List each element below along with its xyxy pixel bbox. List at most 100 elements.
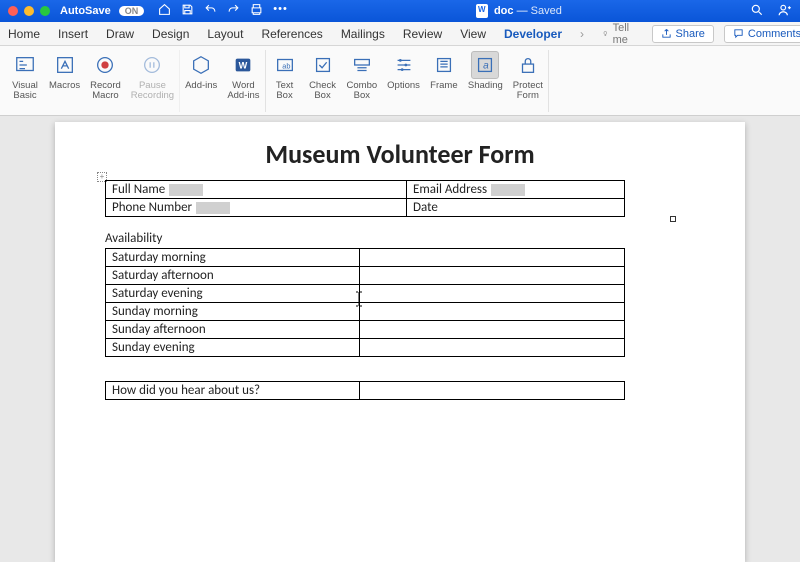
availability-table[interactable]: Saturday morningSaturday afternoonSaturd… — [105, 248, 625, 357]
tab-home[interactable]: Home — [8, 27, 40, 41]
svg-text:ab: ab — [282, 62, 290, 71]
contact-cell[interactable]: Phone Number — [106, 199, 407, 217]
tab-insert[interactable]: Insert — [58, 27, 88, 41]
ribbon-word-addins[interactable]: W Word Add-ins — [222, 50, 265, 112]
undo-icon[interactable] — [204, 3, 217, 19]
page-title: Museum Volunteer Form — [105, 138, 695, 170]
availability-value-cell[interactable] — [360, 303, 625, 321]
availability-value-cell[interactable] — [360, 285, 625, 303]
hear-value-cell[interactable] — [360, 382, 625, 400]
contact-cell[interactable]: Full Name — [106, 181, 407, 199]
tell-me[interactable]: Tell me — [602, 22, 634, 46]
window-controls[interactable] — [8, 6, 50, 16]
document-canvas[interactable]: Museum Volunteer Form + Full NameEmail A… — [0, 116, 800, 534]
word-addins-icon: W — [229, 51, 257, 79]
table-row: Sunday afternoon — [106, 321, 625, 339]
save-icon[interactable] — [181, 3, 194, 19]
tab-mailings[interactable]: Mailings — [341, 27, 385, 41]
ribbon-check-box[interactable]: Check Box — [304, 50, 342, 112]
form-field[interactable] — [491, 184, 525, 196]
availability-cell[interactable]: Sunday evening — [106, 339, 360, 357]
shading-icon: a — [471, 51, 499, 79]
hear-cell[interactable]: How did you hear about us? — [106, 382, 360, 400]
minimize-window-icon[interactable] — [24, 6, 34, 16]
ribbon: Visual Basic Macros Record Macro Pause R… — [0, 46, 800, 116]
titlebar: AutoSave ON ••• doc — Saved — [0, 0, 800, 22]
doc-name: doc — [494, 5, 514, 17]
table-anchor-icon[interactable]: + — [97, 172, 107, 182]
save-status: Saved — [531, 5, 562, 17]
print-icon[interactable] — [250, 3, 263, 19]
ribbon-tabs: Home Insert Draw Design Layout Reference… — [0, 22, 800, 46]
table-row: How did you hear about us? — [106, 382, 625, 400]
addins-icon — [187, 51, 215, 79]
word-doc-icon — [476, 4, 488, 18]
record-macro-icon — [91, 51, 119, 79]
svg-text:a: a — [484, 61, 490, 72]
availability-cell[interactable]: Sunday afternoon — [106, 321, 360, 339]
combo-box-icon — [348, 51, 376, 79]
search-icon[interactable] — [750, 3, 764, 20]
availability-label: Availability — [105, 231, 695, 246]
table-row: Phone NumberDate — [106, 199, 625, 217]
maximize-window-icon[interactable] — [40, 6, 50, 16]
form-field[interactable] — [196, 202, 230, 214]
tab-draw[interactable]: Draw — [106, 27, 134, 41]
table-row: Sunday morning — [106, 303, 625, 321]
chevron-right-icon[interactable]: › — [580, 27, 584, 41]
redo-icon[interactable] — [227, 3, 240, 19]
options-icon — [390, 51, 418, 79]
svg-text:W: W — [239, 61, 248, 71]
autosave-toggle[interactable]: ON — [119, 6, 145, 16]
share-user-icon[interactable] — [778, 3, 792, 20]
availability-cell[interactable]: Sunday morning — [106, 303, 360, 321]
ribbon-record-macro[interactable]: Record Macro — [85, 50, 126, 112]
availability-cell[interactable]: Saturday afternoon — [106, 267, 360, 285]
form-field[interactable] — [169, 184, 203, 196]
close-window-icon[interactable] — [8, 6, 18, 16]
ribbon-addins[interactable]: Add-ins — [180, 50, 222, 112]
hear-table[interactable]: How did you hear about us? — [105, 381, 625, 400]
frame-icon — [430, 51, 458, 79]
autosave-label: AutoSave — [60, 5, 111, 17]
availability-value-cell[interactable] — [360, 339, 625, 357]
overflow-icon[interactable]: ••• — [273, 3, 288, 19]
document-title-area: doc — Saved — [288, 4, 750, 18]
tab-references[interactable]: References — [261, 27, 322, 41]
table-row: Saturday afternoon — [106, 267, 625, 285]
ribbon-combo-box[interactable]: Combo Box — [342, 50, 383, 112]
tab-view[interactable]: View — [460, 27, 486, 41]
comments-button[interactable]: Comments — [724, 25, 800, 43]
contact-table[interactable]: Full NameEmail AddressPhone NumberDate — [105, 180, 625, 217]
availability-value-cell[interactable] — [360, 249, 625, 267]
table-row: Sunday evening — [106, 339, 625, 357]
visual-basic-icon — [11, 51, 39, 79]
availability-value-cell[interactable] — [360, 321, 625, 339]
ribbon-text-box[interactable]: ab Text Box — [266, 50, 304, 112]
tab-developer[interactable]: Developer — [504, 27, 562, 41]
table-row: Saturday evening — [106, 285, 625, 303]
availability-cell[interactable]: Saturday evening — [106, 285, 360, 303]
page[interactable]: Museum Volunteer Form + Full NameEmail A… — [55, 122, 745, 562]
table-resize-handle[interactable] — [670, 216, 676, 222]
ribbon-frame[interactable]: Frame — [425, 50, 463, 112]
home-icon[interactable] — [158, 3, 171, 19]
contact-cell[interactable]: Email Address — [407, 181, 625, 199]
ribbon-macros[interactable]: Macros — [44, 50, 85, 112]
check-box-icon — [309, 51, 337, 79]
text-box-icon: ab — [271, 51, 299, 79]
availability-value-cell[interactable] — [360, 267, 625, 285]
ribbon-pause-recording[interactable]: Pause Recording — [126, 50, 180, 112]
ribbon-options[interactable]: Options — [382, 50, 425, 112]
contact-cell[interactable]: Date — [407, 199, 625, 217]
tab-review[interactable]: Review — [403, 27, 442, 41]
table-row: Saturday morning — [106, 249, 625, 267]
availability-cell[interactable]: Saturday morning — [106, 249, 360, 267]
tab-design[interactable]: Design — [152, 27, 189, 41]
ribbon-shading[interactable]: a Shading — [463, 50, 508, 112]
share-button[interactable]: Share — [652, 25, 714, 43]
ribbon-protect-form[interactable]: Protect Form — [508, 50, 549, 112]
pause-recording-icon — [138, 51, 166, 79]
ribbon-visual-basic[interactable]: Visual Basic — [6, 50, 44, 112]
tab-layout[interactable]: Layout — [207, 27, 243, 41]
